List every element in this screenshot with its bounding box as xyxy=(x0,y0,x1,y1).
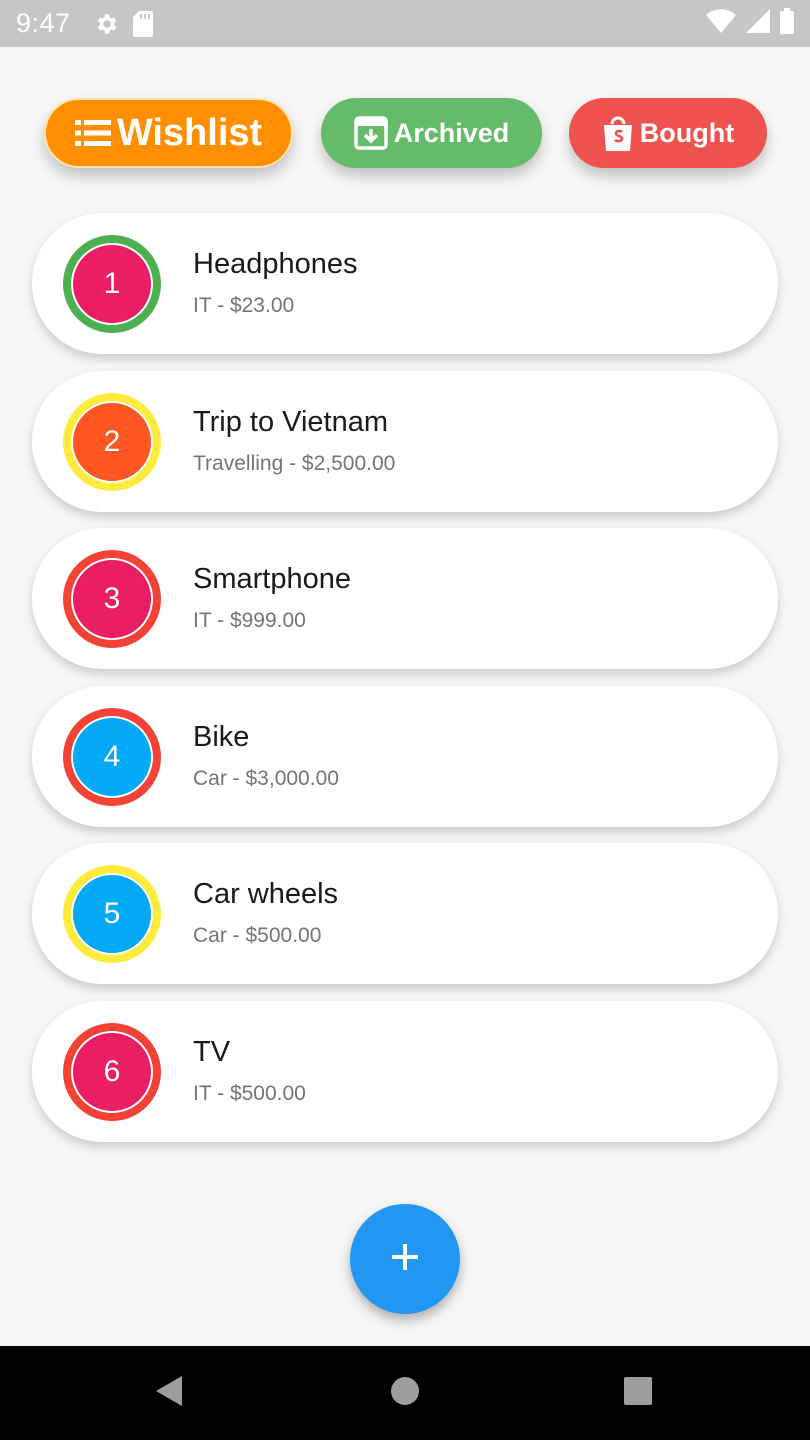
bought-button[interactable]: Bought xyxy=(569,98,767,168)
wishlist-button[interactable]: Wishlist xyxy=(44,98,293,168)
home-button[interactable] xyxy=(360,1346,450,1440)
add-item-button[interactable] xyxy=(350,1204,460,1314)
archived-button[interactable]: Archived xyxy=(321,98,542,168)
item-number: 1 xyxy=(71,243,153,325)
item-number: 4 xyxy=(71,715,153,798)
shopping-bag-icon xyxy=(602,115,634,151)
filter-row: Wishlist Archived Bought xyxy=(0,98,810,170)
wishlist-label: Wishlist xyxy=(116,111,263,154)
item-title: Bike xyxy=(193,720,250,753)
item-subtitle: Car - $3,000.00 xyxy=(193,766,339,790)
list-item[interactable]: 2 Trip to Vietnam Travelling - $2,500.00 xyxy=(32,370,778,512)
item-subtitle: IT - $999.00 xyxy=(193,609,306,632)
signal-icon xyxy=(746,9,770,38)
archived-label: Archived xyxy=(393,117,510,148)
bought-label: Bought xyxy=(639,117,735,148)
item-avatar: 2 xyxy=(63,392,161,491)
item-subtitle: IT - $23.00 xyxy=(193,294,295,317)
home-icon xyxy=(390,1376,420,1411)
navigation-bar xyxy=(0,1346,810,1440)
item-avatar: 4 xyxy=(63,707,161,806)
item-title: Headphones xyxy=(193,248,358,280)
status-time: 9:47 xyxy=(16,8,71,38)
recents-icon xyxy=(623,1376,653,1411)
list-item[interactable]: 4 Bike Car - $3,000.00 xyxy=(32,685,778,827)
item-avatar: 6 xyxy=(63,1022,161,1121)
item-title: Trip to Vietnam xyxy=(193,405,389,438)
wifi-icon xyxy=(706,9,736,38)
item-number: 5 xyxy=(71,873,153,955)
item-number: 2 xyxy=(71,400,153,483)
status-right xyxy=(706,8,794,39)
back-button[interactable] xyxy=(124,1346,214,1440)
item-avatar: 1 xyxy=(63,235,161,333)
item-title: Smartphone xyxy=(193,563,351,595)
item-number: 3 xyxy=(71,558,153,640)
item-subtitle: Car - $500.00 xyxy=(193,924,322,947)
item-title: Car wheels xyxy=(193,878,339,910)
archive-icon xyxy=(353,116,388,150)
list-item[interactable]: 6 TV IT - $500.00 xyxy=(32,1000,778,1142)
item-title: TV xyxy=(193,1035,231,1068)
item-avatar: 5 xyxy=(63,865,161,963)
list-icon xyxy=(74,119,111,147)
item-avatar: 3 xyxy=(63,550,161,648)
battery-icon xyxy=(780,8,794,39)
list-item[interactable]: 1 Headphones IT - $23.00 xyxy=(32,213,778,354)
list-item[interactable]: 5 Car wheels Car - $500.00 xyxy=(32,843,778,984)
gear-icon xyxy=(93,11,119,37)
item-number: 6 xyxy=(71,1030,153,1113)
item-subtitle: IT - $500.00 xyxy=(193,1081,306,1105)
recents-button[interactable] xyxy=(593,1346,683,1440)
item-subtitle: Travelling - $2,500.00 xyxy=(193,451,396,475)
list-item[interactable]: 3 Smartphone IT - $999.00 xyxy=(32,528,778,669)
back-icon xyxy=(154,1374,184,1413)
wishlist-items: 1 Headphones IT - $23.00 2 Trip to Vietn… xyxy=(32,213,778,1158)
status-bar: 9:47 xyxy=(0,0,810,47)
plus-icon xyxy=(390,1242,420,1277)
sd-card-icon xyxy=(132,10,153,37)
